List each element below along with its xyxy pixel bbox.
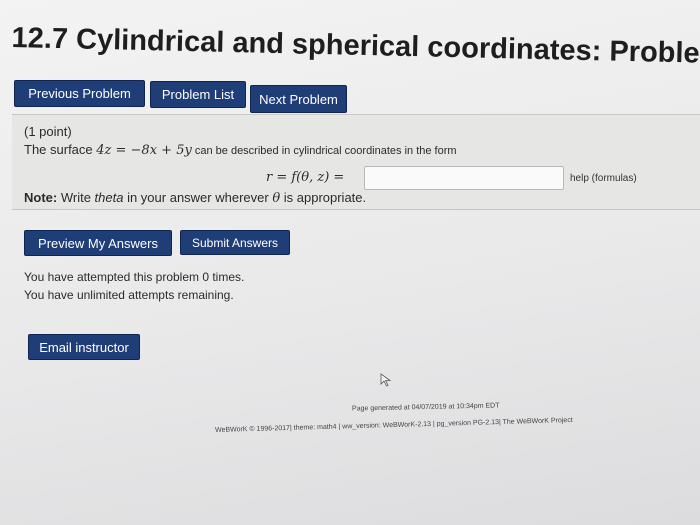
- attempts-status: You have attempted this problem 0 times.…: [24, 268, 244, 304]
- note-text-2: in your answer wherever: [123, 190, 273, 205]
- problem-statement: The surface 4z = −8x + 5y can be describ…: [24, 142, 457, 158]
- cursor-icon: [380, 373, 392, 387]
- problem-box: (1 point) The surface 4z = −8x + 5y can …: [12, 114, 700, 210]
- submit-answers-button[interactable]: Submit Answers: [180, 230, 290, 255]
- note-line: Note: Write theta in your answer whereve…: [24, 190, 366, 206]
- help-formulas-link[interactable]: help (formulas): [570, 173, 637, 184]
- points-label: (1 point): [24, 124, 72, 139]
- answer-label: r = f(θ, z) =: [266, 170, 345, 185]
- previous-problem-button[interactable]: Previous Problem: [14, 80, 145, 107]
- footer-credits: WeBWorK © 1996-2017| theme: math4 | ww_v…: [214, 417, 573, 434]
- next-problem-button[interactable]: Next Problem: [250, 85, 347, 113]
- problem-list-button[interactable]: Problem List: [150, 81, 246, 108]
- note-text-3: is appropriate.: [280, 190, 367, 205]
- note-label: Note:: [24, 190, 58, 205]
- note-theta: theta: [94, 190, 124, 205]
- statement-suffix: can be described in cylindrical coordina…: [191, 145, 457, 157]
- preview-answers-button[interactable]: Preview My Answers: [24, 230, 172, 256]
- attempts-line: You have attempted this problem 0 times.: [24, 270, 245, 284]
- email-instructor-button[interactable]: Email instructor: [28, 334, 140, 360]
- remaining-line: You have unlimited attempts remaining.: [24, 288, 234, 302]
- surface-equation: 4z = −8x + 5y: [96, 143, 192, 158]
- note-text-1: Write: [57, 190, 95, 205]
- statement-prefix: The surface: [24, 142, 97, 157]
- note-symbol: θ: [272, 191, 281, 206]
- problem-nav: Previous Problem Problem List Next Probl…: [14, 80, 354, 114]
- page-title: 12.7 Cylindrical and spherical coordinat…: [11, 22, 700, 71]
- answer-input[interactable]: [364, 166, 564, 190]
- generated-timestamp: Page generated at 04/07/2019 at 10:34pm …: [351, 402, 500, 413]
